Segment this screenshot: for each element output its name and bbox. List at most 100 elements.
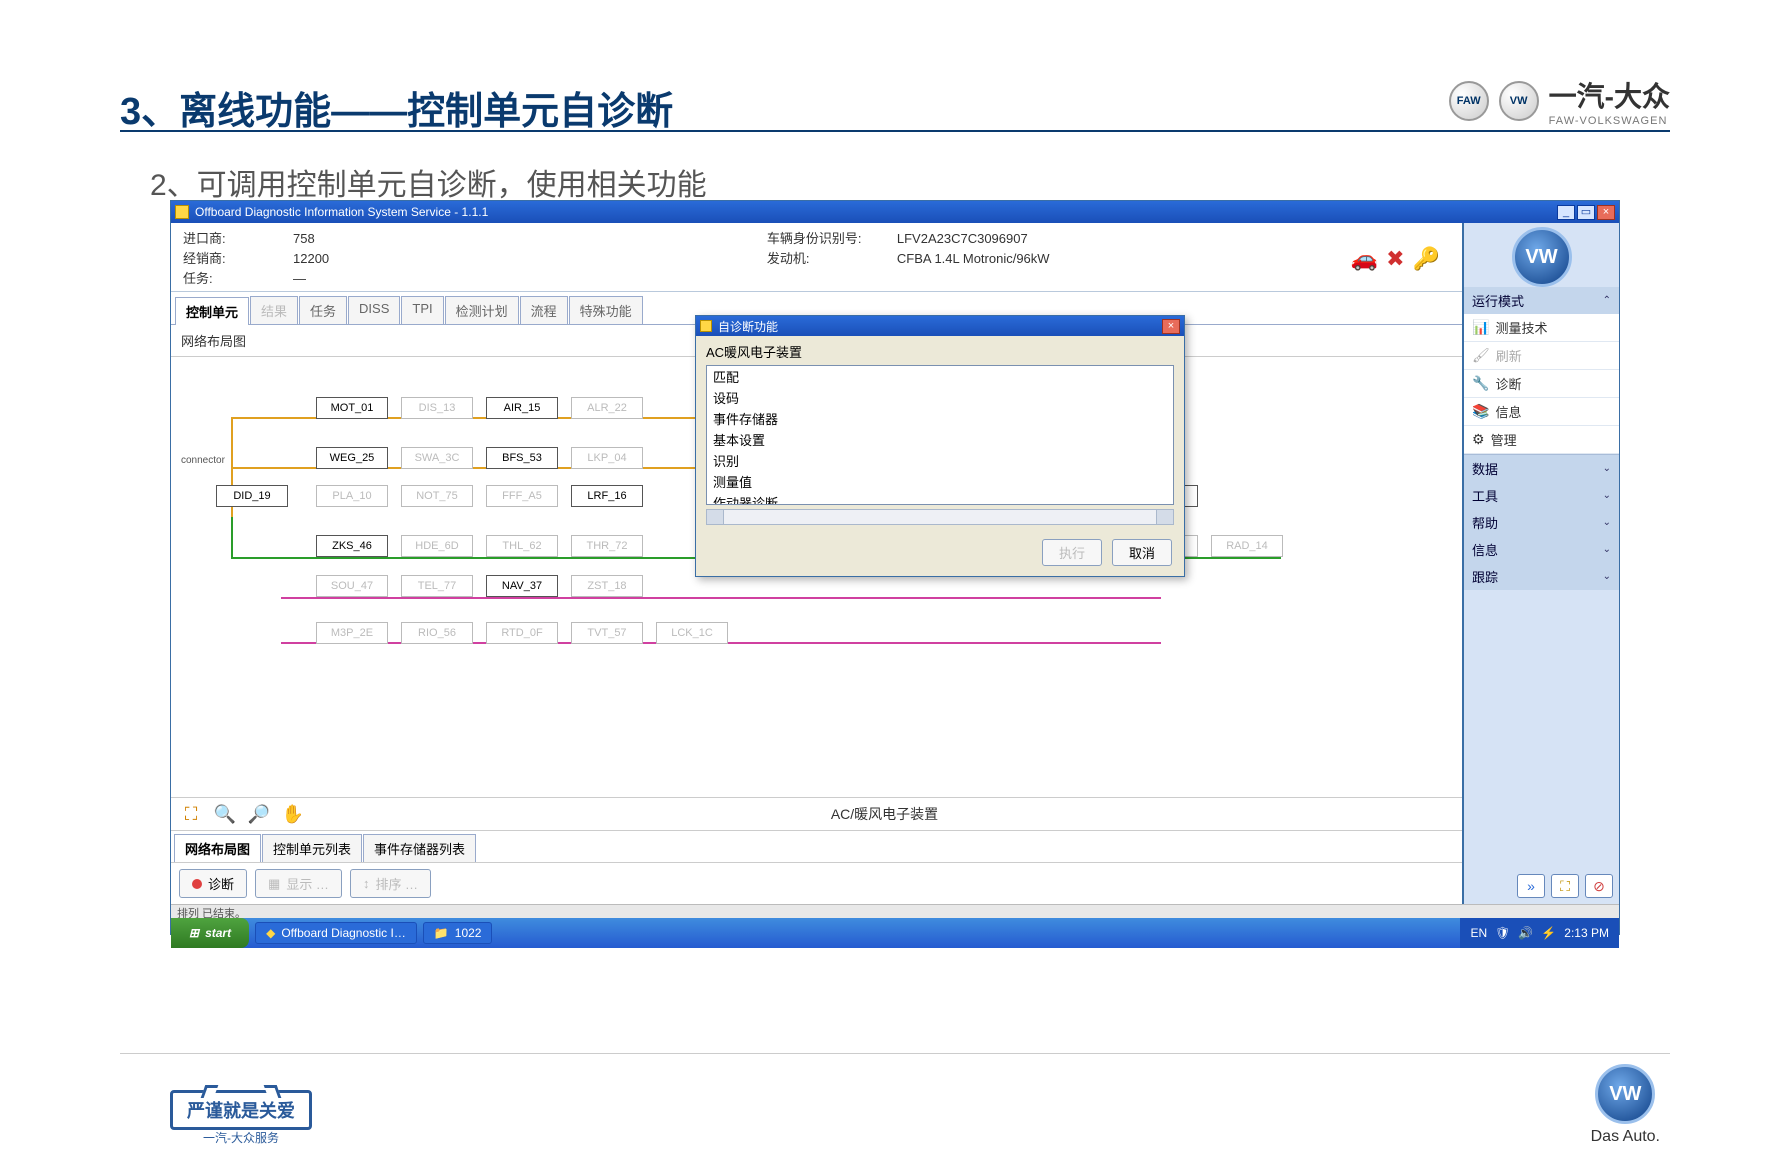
- node[interactable]: DIS_13: [401, 397, 473, 419]
- side-tools-header[interactable]: 工具⌄: [1464, 482, 1619, 509]
- view-subtabs: 网络布局图 控制单元列表 事件存储器列表: [171, 830, 1462, 862]
- node-did[interactable]: DID_19: [216, 485, 288, 507]
- system-tray[interactable]: EN 🛡 🔊 ⚡ 2:13 PM: [1460, 918, 1619, 948]
- hand-icon[interactable]: ✋: [281, 802, 305, 826]
- node[interactable]: ZST_18: [571, 575, 643, 597]
- zoom-in-icon[interactable]: 🔍: [213, 802, 237, 826]
- side-item-manage[interactable]: ⚙管理: [1464, 426, 1619, 454]
- window-titlebar[interactable]: Offboard Diagnostic Information System S…: [171, 201, 1619, 223]
- node[interactable]: LRF_16: [571, 485, 643, 507]
- node[interactable]: NOT_75: [401, 485, 473, 507]
- expand-view-button[interactable]: ⛶: [1551, 874, 1579, 898]
- node[interactable]: AIR_15: [486, 397, 558, 419]
- dialog-close-button[interactable]: ×: [1162, 319, 1180, 334]
- side-info-header[interactable]: 信息⌄: [1464, 536, 1619, 563]
- node[interactable]: FFF_A5: [486, 485, 558, 507]
- node[interactable]: SOU_47: [316, 575, 388, 597]
- list-item[interactable]: 作动器诊断: [707, 492, 1173, 505]
- book-icon: 📚: [1472, 403, 1489, 420]
- node[interactable]: MOT_01: [316, 397, 388, 419]
- list-item[interactable]: 匹配: [707, 366, 1173, 387]
- node[interactable]: LCK_1C: [656, 622, 728, 644]
- vw-logo-large-icon: VW: [1512, 227, 1572, 287]
- side-item-diagnose[interactable]: 🔧诊断: [1464, 370, 1619, 398]
- subtab-event-list[interactable]: 事件存储器列表: [363, 834, 476, 862]
- diag-button-label: 诊断: [208, 874, 234, 893]
- tray-icon[interactable]: 🔊: [1518, 926, 1533, 940]
- start-button[interactable]: ⊞start: [171, 918, 249, 948]
- slide-title: 3、离线功能——控制单元自诊断: [120, 80, 673, 135]
- stop-button[interactable]: ⊘: [1585, 874, 1613, 898]
- list-item[interactable]: 识别: [707, 450, 1173, 471]
- taskbar-item-odis[interactable]: ◆Offboard Diagnostic I…: [255, 922, 417, 944]
- side-data-header[interactable]: 数据⌄: [1464, 455, 1619, 482]
- zoom-out-icon[interactable]: 🔎: [247, 802, 271, 826]
- node[interactable]: ALR_22: [571, 397, 643, 419]
- list-item[interactable]: 事件存储器: [707, 408, 1173, 429]
- side-item-refresh: 🖌刷新: [1464, 342, 1619, 370]
- taskbar-item-folder[interactable]: 📁1022: [423, 922, 493, 944]
- side-item-label: 信息: [1495, 402, 1521, 421]
- side-item-info[interactable]: 📚 信息: [1464, 398, 1619, 426]
- dialog-execute-button: 执行: [1042, 539, 1102, 566]
- expand-icon: ⌄: [1603, 490, 1611, 501]
- lang-indicator[interactable]: EN: [1470, 926, 1487, 940]
- tray-icon[interactable]: 🛡: [1495, 926, 1510, 940]
- vw-logo-icon: VW: [1499, 81, 1539, 121]
- task-label: 任务:: [183, 269, 293, 289]
- list-item[interactable]: 设码: [707, 387, 1173, 408]
- next-button[interactable]: »: [1517, 874, 1545, 898]
- side-help-header[interactable]: 帮助⌄: [1464, 509, 1619, 536]
- dialog-hscrollbar[interactable]: [706, 509, 1174, 525]
- tab-task[interactable]: 任务: [299, 296, 347, 324]
- node[interactable]: RIO_56: [401, 622, 473, 644]
- dialog-cancel-button[interactable]: 取消: [1112, 539, 1172, 566]
- side-item-label: 管理: [1491, 430, 1517, 449]
- tab-control-unit[interactable]: 控制单元: [175, 297, 249, 325]
- node[interactable]: THR_72: [571, 535, 643, 557]
- tab-testplan[interactable]: 检测计划: [445, 296, 519, 324]
- subtab-unit-list[interactable]: 控制单元列表: [262, 834, 362, 862]
- side-mode-header[interactable]: 运行模式⌃: [1464, 287, 1619, 314]
- no-connection-icon: ✖: [1386, 246, 1404, 272]
- node[interactable]: THL_62: [486, 535, 558, 557]
- footer-rule: [120, 1053, 1670, 1054]
- node[interactable]: HDE_6D: [401, 535, 473, 557]
- key-icon: 🔑: [1413, 246, 1440, 272]
- node[interactable]: TEL_77: [401, 575, 473, 597]
- close-button[interactable]: ×: [1597, 205, 1615, 220]
- fit-view-icon[interactable]: ⛶: [179, 802, 203, 826]
- tab-diss[interactable]: DISS: [348, 296, 400, 324]
- node[interactable]: TVT_57: [571, 622, 643, 644]
- node[interactable]: WEG_25: [316, 447, 388, 469]
- list-item[interactable]: 测量值: [707, 471, 1173, 492]
- tab-flow[interactable]: 流程: [520, 296, 568, 324]
- diag-button[interactable]: 诊断: [179, 869, 247, 898]
- record-dot-icon: [192, 879, 202, 889]
- tray-icon[interactable]: ⚡: [1541, 926, 1556, 940]
- side-trace-header[interactable]: 跟踪⌄: [1464, 563, 1619, 590]
- node[interactable]: RTD_0F: [486, 622, 558, 644]
- dialog-titlebar[interactable]: 自诊断功能 ×: [696, 316, 1184, 336]
- sort-icon: ↕: [363, 876, 370, 891]
- side-panel: VW 运行模式⌃ 📊测量技术 🖌刷新 🔧诊断 📚 信息 ⚙管理 数据⌄ 工具⌄ 帮…: [1464, 223, 1619, 904]
- list-item[interactable]: 基本设置: [707, 429, 1173, 450]
- side-item-measure[interactable]: 📊测量技术: [1464, 314, 1619, 342]
- clock[interactable]: 2:13 PM: [1564, 926, 1609, 940]
- tab-tpi[interactable]: TPI: [401, 296, 443, 324]
- node[interactable]: BFS_53: [486, 447, 558, 469]
- node[interactable]: RAD_14: [1211, 535, 1283, 557]
- dialog-list[interactable]: 匹配 设码 事件存储器 基本设置 识别 测量值 作动器诊断 访问权限: [706, 365, 1174, 505]
- taskbar-item-label: Offboard Diagnostic I…: [281, 926, 406, 940]
- tab-special[interactable]: 特殊功能: [569, 296, 643, 324]
- node[interactable]: SWA_3C: [401, 447, 473, 469]
- subtab-layout[interactable]: 网络布局图: [174, 834, 261, 862]
- node[interactable]: M3P_2E: [316, 622, 388, 644]
- maximize-button[interactable]: ▭: [1577, 205, 1595, 220]
- node[interactable]: LKP_04: [571, 447, 643, 469]
- engine-label: 发动机:: [767, 249, 897, 269]
- node[interactable]: PLA_10: [316, 485, 388, 507]
- minimize-button[interactable]: _: [1557, 205, 1575, 220]
- node[interactable]: ZKS_46: [316, 535, 388, 557]
- node[interactable]: NAV_37: [486, 575, 558, 597]
